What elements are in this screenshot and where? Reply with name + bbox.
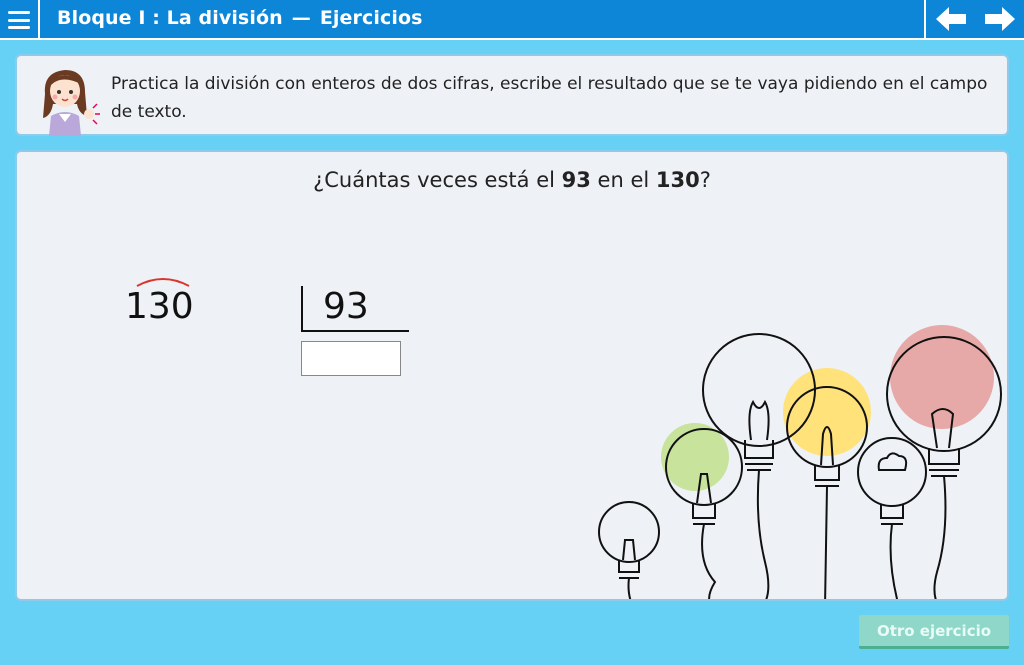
- title-separator: —: [291, 7, 311, 29]
- teacher-avatar: [43, 70, 100, 136]
- question-text: ¿Cuántas veces está el 93 en el 130?: [17, 168, 1007, 192]
- title-lesson: Bloque I : La división: [57, 7, 283, 29]
- lightbulbs-illustration: [598, 325, 1002, 599]
- divisor-number: 93: [323, 286, 369, 327]
- menu-button[interactable]: [0, 0, 40, 40]
- arrow-right-icon: [984, 7, 1015, 31]
- previous-button[interactable]: [926, 0, 975, 38]
- division-bracket: 93: [301, 286, 409, 332]
- question-divisor: 93: [561, 168, 591, 192]
- next-button[interactable]: [975, 0, 1024, 38]
- navigation: [924, 0, 1024, 40]
- menu-icon: [8, 11, 30, 29]
- instructions-text: Practica la división con enteros de dos …: [111, 74, 988, 122]
- top-bar: Bloque I : La división — Ejercicios: [0, 0, 1024, 40]
- question-suffix: ?: [699, 168, 711, 192]
- question-prefix: ¿Cuántas veces está el: [313, 168, 562, 192]
- question-dividend: 130: [655, 168, 700, 192]
- exercise-panel: ¿Cuántas veces está el 93 en el 130? 130…: [15, 150, 1009, 601]
- title-section: Ejercicios: [319, 7, 423, 29]
- dividend-number: 130: [125, 286, 194, 327]
- arrow-left-icon: [935, 7, 966, 31]
- page-title: Bloque I : La división — Ejercicios: [57, 7, 423, 29]
- answer-input[interactable]: [301, 341, 401, 376]
- instructions-box: Practica la división con enteros de dos …: [15, 54, 1009, 136]
- question-mid: en el: [590, 168, 656, 192]
- other-exercise-button[interactable]: Otro ejercicio: [859, 615, 1009, 649]
